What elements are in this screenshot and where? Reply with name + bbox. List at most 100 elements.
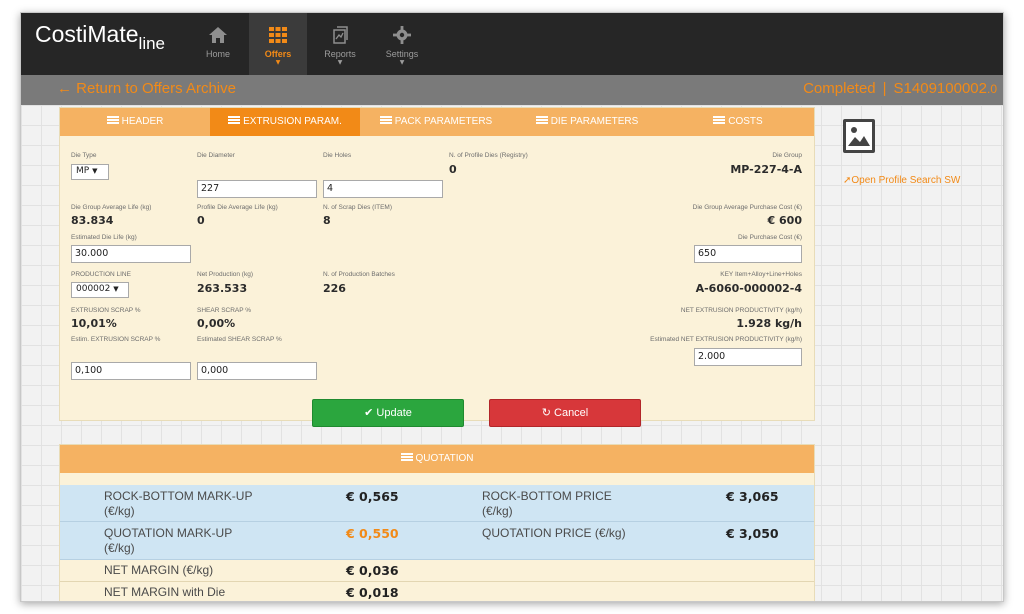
return-label: Return to Offers Archive <box>76 80 236 97</box>
tab-header[interactable]: HEADER <box>60 108 210 136</box>
app-logo[interactable]: CostiMateline <box>35 21 165 54</box>
est-extrusion-scrap-label: Estim. EXTRUSION SCRAP % <box>71 336 161 343</box>
net-margin-value: € 0,036 <box>346 563 399 578</box>
shear-scrap-label: SHEAR SCRAP % <box>197 307 252 314</box>
die-purchase-cost-input[interactable]: 650 <box>694 245 802 263</box>
quotation-title: QUOTATION <box>415 453 474 464</box>
nav-reports[interactable]: Reports ▼ <box>311 13 369 75</box>
gear-icon <box>373 25 431 47</box>
offer-version: .0 <box>986 82 997 96</box>
die-type-label: Die Type <box>71 152 97 159</box>
offer-status: Completed | S1409100002.0 <box>803 80 997 97</box>
update-button[interactable]: ✔ Update <box>312 399 464 427</box>
die-purchase-cost-label: Die Purchase Cost (€) <box>738 234 802 241</box>
quotation-markup-value[interactable]: € 0,550 <box>346 526 399 541</box>
tab-label: EXTRUSION PARAM. <box>243 116 342 127</box>
die-group-value: MP-227-4-A <box>730 163 802 176</box>
est-shear-scrap-input[interactable]: 0,000 <box>197 362 317 380</box>
chevron-down-icon: ▼ <box>92 167 98 175</box>
tab-label: PACK PARAMETERS <box>394 116 493 127</box>
net-margin-die-label: NET MARGIN with Die <box>104 585 226 599</box>
die-diameter-label: Die Diameter <box>197 152 235 159</box>
extrusion-scrap-label: EXTRUSION SCRAP % <box>71 307 141 314</box>
quotation-price-label: QUOTATION PRICE (€/kg) <box>482 526 626 540</box>
die-group-avg-cost-label: Die Group Average Purchase Cost (€) <box>692 204 802 211</box>
home-icon <box>189 25 247 47</box>
list-icon <box>228 116 241 124</box>
app-window: CostiMateline Home Offers ▼ Reports ▼ Se… <box>20 12 1004 602</box>
est-net-productivity-input[interactable]: 2.000 <box>694 348 802 366</box>
net-production-label: Net Production (kg) <box>197 271 253 278</box>
key-item-value: A-6060-000002-4 <box>695 282 802 295</box>
n-batches-value: 226 <box>323 282 346 295</box>
die-group-label: Die Group <box>772 152 802 159</box>
arrow-left-icon: ← <box>57 80 72 97</box>
open-link-label: Open Profile Search SW <box>851 175 961 186</box>
n-profile-dies-value: 0 <box>449 163 457 176</box>
die-type-select[interactable]: MP ▼ <box>71 164 109 180</box>
list-icon <box>106 116 119 124</box>
reports-icon <box>311 25 369 47</box>
die-holes-input[interactable]: 4 <box>323 180 443 198</box>
net-margin-label: NET MARGIN (€/kg) <box>104 563 214 577</box>
quotation-header: QUOTATION <box>60 445 814 473</box>
net-production-value: 263.533 <box>197 282 248 295</box>
n-scrap-dies-label: N. of Scrap Dies (ITEM) <box>323 204 392 211</box>
est-shear-scrap-label: Estimated SHEAR SCRAP % <box>197 336 282 343</box>
die-group-avg-life-label: Die Group Average Life (kg) <box>71 204 152 211</box>
tab-label: HEADER <box>121 116 164 127</box>
quote-row: NET MARGIN (€/kg) € 0,036 <box>60 560 814 582</box>
tab-die-parameters[interactable]: DIE PARAMETERS <box>512 108 662 136</box>
status-text: Completed <box>803 80 876 97</box>
grid-icon <box>249 25 307 47</box>
top-navbar: CostiMateline Home Offers ▼ Reports ▼ Se… <box>21 13 1003 75</box>
production-line-label: PRODUCTION LINE <box>71 271 131 278</box>
tab-extrusion-param[interactable]: EXTRUSION PARAM. <box>210 108 360 136</box>
nav-home[interactable]: Home <box>189 13 247 75</box>
cancel-button[interactable]: ↻ Cancel <box>489 399 641 427</box>
die-diameter-input[interactable]: 227 <box>197 180 317 198</box>
return-link[interactable]: ← Return to Offers Archive <box>57 80 236 97</box>
app-name-sub: line <box>138 34 166 53</box>
tab-costs[interactable]: COSTS <box>662 108 814 136</box>
net-productivity-label: NET EXTRUSION PRODUCTIVITY (kg/h) <box>680 307 802 314</box>
production-line-select[interactable]: 000002 ▼ <box>71 282 129 298</box>
net-productivity-value: 1.928 kg/h <box>736 317 802 330</box>
quote-row: ROCK-BOTTOM MARK-UP (€/kg) € 0,565 ROCK-… <box>60 485 814 522</box>
tab-label: COSTS <box>728 116 763 127</box>
nav-home-label: Home <box>205 49 230 59</box>
rock-bottom-markup-value: € 0,565 <box>346 489 399 504</box>
nav-settings[interactable]: Settings ▼ <box>373 13 431 75</box>
shear-scrap-value: 0,00% <box>197 317 236 330</box>
nav-offers[interactable]: Offers ▼ <box>249 13 307 75</box>
est-extrusion-scrap-input[interactable]: 0,100 <box>71 362 191 380</box>
image-placeholder-icon <box>843 119 875 153</box>
offer-code: S1409100002 <box>893 80 987 97</box>
open-profile-search-link[interactable]: ➚Open Profile Search SW <box>843 175 960 186</box>
profile-die-avg-life-label: Profile Die Average Life (kg) <box>197 204 278 211</box>
rock-bottom-markup-label: ROCK-BOTTOM MARK-UP (€/kg) <box>104 489 253 518</box>
chevron-down-icon: ▼ <box>399 59 405 66</box>
estimated-die-life-label: Estimated Die Life (kg) <box>71 234 137 241</box>
estimated-die-life-input[interactable]: 30.000 <box>71 245 191 263</box>
est-net-productivity-label: Estimated NET EXTRUSION PRODUCTIVITY (kg… <box>650 336 802 343</box>
list-icon <box>713 116 726 124</box>
die-type-value: MP <box>76 166 90 176</box>
extrusion-scrap-value: 10,01% <box>71 317 117 330</box>
profile-die-avg-life-value: 0 <box>197 214 205 227</box>
net-margin-die-value: € 0,018 <box>346 585 399 600</box>
tab-label: DIE PARAMETERS <box>550 116 639 127</box>
chevron-down-icon: ▼ <box>337 59 343 66</box>
n-batches-label: N. of Production Batches <box>323 271 395 278</box>
list-icon <box>535 116 548 124</box>
quotation-markup-label: QUOTATION MARK-UP (€/kg) <box>104 526 233 555</box>
n-profile-dies-label: N. of Profile Dies (Registry) <box>449 152 528 159</box>
die-group-avg-cost-value: € 600 <box>767 214 802 227</box>
chevron-down-icon: ▼ <box>275 59 281 66</box>
breadcrumb-bar: ← Return to Offers Archive Completed | S14… <box>21 75 1003 105</box>
rock-bottom-price-value: € 3,065 <box>726 489 779 504</box>
list-icon <box>400 453 413 461</box>
nav-reports-label: Reports <box>324 49 356 59</box>
rock-bottom-price-label: ROCK-BOTTOM PRICE (€/kg) <box>482 489 612 518</box>
tab-pack-parameters[interactable]: PACK PARAMETERS <box>360 108 512 136</box>
